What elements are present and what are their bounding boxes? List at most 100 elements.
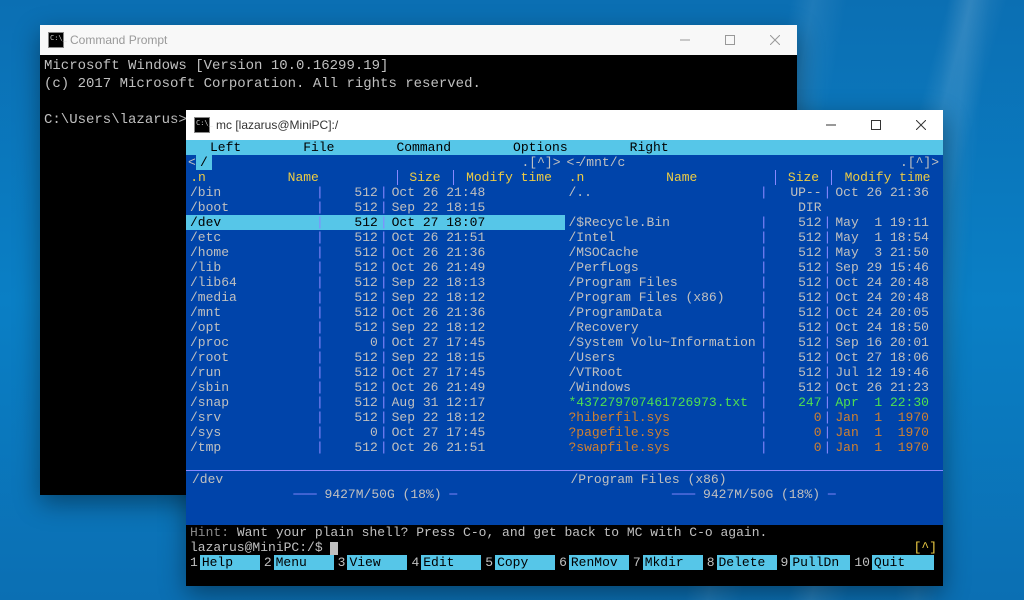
file-row[interactable]: /Program Files|512|Oct 24 20:48 (565, 275, 944, 290)
file-row[interactable]: /System Volu~Information|512|Sep 16 20:0… (565, 335, 944, 350)
fkey-pulldn[interactable]: 9PullDn (777, 555, 851, 570)
file-row[interactable]: ?swapfile.sys|0|Jan 1 1970 (565, 440, 944, 455)
file-row[interactable]: /media|512|Sep 22 18:12 (186, 290, 565, 305)
file-row[interactable]: /root|512|Sep 22 18:15 (186, 350, 565, 365)
file-size: UP--DIR (768, 185, 824, 215)
file-row[interactable]: ?hiberfil.sys|0|Jan 1 1970 (565, 410, 944, 425)
left-path[interactable]: / (196, 155, 212, 170)
close-button[interactable] (898, 110, 943, 140)
fkey-edit[interactable]: 4Edit (407, 555, 481, 570)
menu-right[interactable]: Right (612, 140, 675, 155)
file-row[interactable]: /PerfLogs|512|Sep 29 15:46 (565, 260, 944, 275)
minimize-button[interactable] (808, 110, 853, 140)
file-row[interactable]: /tmp|512|Oct 26 21:51 (186, 440, 565, 455)
file-row[interactable]: /home|512|Oct 26 21:36 (186, 245, 565, 260)
fkey-renmov[interactable]: 6RenMov (555, 555, 629, 570)
fkey-delete[interactable]: 8Delete (703, 555, 777, 570)
menu-left[interactable]: Left (192, 140, 247, 155)
file-size: 0 (768, 425, 824, 440)
fkey-help[interactable]: 1Help (186, 555, 260, 570)
file-size: 512 (768, 245, 824, 260)
file-size: 512 (324, 215, 380, 230)
file-row[interactable]: /MSOCache|512|May 3 21:50 (565, 245, 944, 260)
left-col-headers: .n Name Size Modify time (186, 170, 565, 185)
file-row[interactable]: /boot|512|Sep 22 18:15 (186, 200, 565, 215)
menu-options[interactable]: Options (495, 140, 574, 155)
mc-title: mc [lazarus@MiniPC]:/ (216, 118, 338, 132)
file-row[interactable]: /run|512|Oct 27 17:45 (186, 365, 565, 380)
cmd-titlebar[interactable]: Command Prompt (40, 25, 797, 55)
file-mtime: Apr 1 22:30 (831, 395, 943, 410)
file-row[interactable]: /proc|0|Oct 27 17:45 (186, 335, 565, 350)
left-pane[interactable]: <- / .[^]> .n Name Size Modify time /bin… (186, 155, 565, 525)
file-mtime: Oct 27 18:07 (388, 215, 500, 230)
file-row[interactable]: /etc|512|Oct 26 21:51 (186, 230, 565, 245)
fkey-view[interactable]: 3View (334, 555, 408, 570)
file-row[interactable]: /srv|512|Sep 22 18:12 (186, 410, 565, 425)
file-row[interactable]: /Intel|512|May 1 18:54 (565, 230, 944, 245)
menu-command[interactable]: Command (378, 140, 457, 155)
file-row[interactable]: /opt|512|Sep 22 18:12 (186, 320, 565, 335)
file-row[interactable]: /snap|512|Aug 31 12:17 (186, 395, 565, 410)
file-row[interactable]: /lib64|512|Sep 22 18:13 (186, 275, 565, 290)
file-name: /PerfLogs (565, 260, 760, 275)
file-size: 247 (768, 395, 824, 410)
file-mtime: Sep 16 20:01 (831, 335, 943, 350)
file-row[interactable]: ?pagefile.sys|0|Jan 1 1970 (565, 425, 944, 440)
file-row[interactable]: /Users|512|Oct 27 18:06 (565, 350, 944, 365)
file-row[interactable]: /Program Files (x86)|512|Oct 24 20:48 (565, 290, 944, 305)
file-row[interactable]: /VTRoot|512|Jul 12 19:46 (565, 365, 944, 380)
file-size: 512 (324, 380, 380, 395)
file-row[interactable]: *437279707461726973.txt|247|Apr 1 22:30 (565, 395, 944, 410)
file-mtime: May 3 21:50 (831, 245, 943, 260)
file-row[interactable]: /sbin|512|Oct 26 21:49 (186, 380, 565, 395)
terminal-icon (194, 117, 210, 133)
file-row[interactable]: /..|UP--DIR|Oct 26 21:36 (565, 185, 944, 215)
file-size: 512 (768, 350, 824, 365)
file-name: /$Recycle.Bin (565, 215, 760, 230)
file-row[interactable]: /sys|0|Oct 27 17:45 (186, 425, 565, 440)
file-mtime: Oct 27 17:45 (388, 335, 500, 350)
file-name: /Users (565, 350, 760, 365)
file-row[interactable]: /dev|512|Oct 27 18:07 (186, 215, 565, 230)
file-row[interactable]: /bin|512|Oct 26 21:48 (186, 185, 565, 200)
menu-file[interactable]: File (285, 140, 340, 155)
mc-fkeys: 1Help2Menu3View4Edit5Copy6RenMov7Mkdir8D… (186, 555, 943, 570)
file-row[interactable]: /Windows|512|Oct 26 21:23 (565, 380, 944, 395)
maximize-button[interactable] (707, 25, 752, 55)
mc-titlebar[interactable]: mc [lazarus@MiniPC]:/ (186, 110, 943, 140)
file-size: 512 (768, 275, 824, 290)
maximize-button[interactable] (853, 110, 898, 140)
file-mtime: Aug 31 12:17 (388, 395, 500, 410)
file-row[interactable]: /lib|512|Oct 26 21:49 (186, 260, 565, 275)
file-row[interactable]: /$Recycle.Bin|512|May 1 19:11 (565, 215, 944, 230)
file-mtime: Oct 24 20:48 (831, 290, 943, 305)
terminal-icon (48, 32, 64, 48)
file-size: 0 (324, 335, 380, 350)
file-name: /sys (186, 425, 316, 440)
mc-prompt[interactable]: lazarus@MiniPC:/$ [^] (186, 540, 943, 555)
file-size: 512 (768, 290, 824, 305)
file-row[interactable]: /mnt|512|Oct 26 21:36 (186, 305, 565, 320)
fkey-quit[interactable]: 10Quit (850, 555, 934, 570)
file-row[interactable]: /ProgramData|512|Oct 24 20:05 (565, 305, 944, 320)
file-name: /proc (186, 335, 316, 350)
file-name: /MSOCache (565, 245, 760, 260)
file-size: 512 (324, 260, 380, 275)
file-name: /root (186, 350, 316, 365)
right-pane[interactable]: <- /mnt/c .[^]> .n Name Size Modify time… (565, 155, 944, 525)
close-button[interactable] (752, 25, 797, 55)
fkey-copy[interactable]: 5Copy (481, 555, 555, 570)
left-pane-footer: /dev ─── 9427M/50G (18%) ─ (186, 470, 565, 500)
fkey-menu[interactable]: 2Menu (260, 555, 334, 570)
minimize-button[interactable] (662, 25, 707, 55)
file-size: 512 (324, 305, 380, 320)
right-col-headers: .n Name Size Modify time (565, 170, 944, 185)
file-row[interactable]: /Recovery|512|Oct 24 18:50 (565, 320, 944, 335)
file-size: 512 (768, 380, 824, 395)
file-name: ?swapfile.sys (565, 440, 760, 455)
file-size: 512 (324, 365, 380, 380)
right-path[interactable]: /mnt/c (575, 155, 630, 170)
file-mtime: Oct 24 20:48 (831, 275, 943, 290)
fkey-mkdir[interactable]: 7Mkdir (629, 555, 703, 570)
